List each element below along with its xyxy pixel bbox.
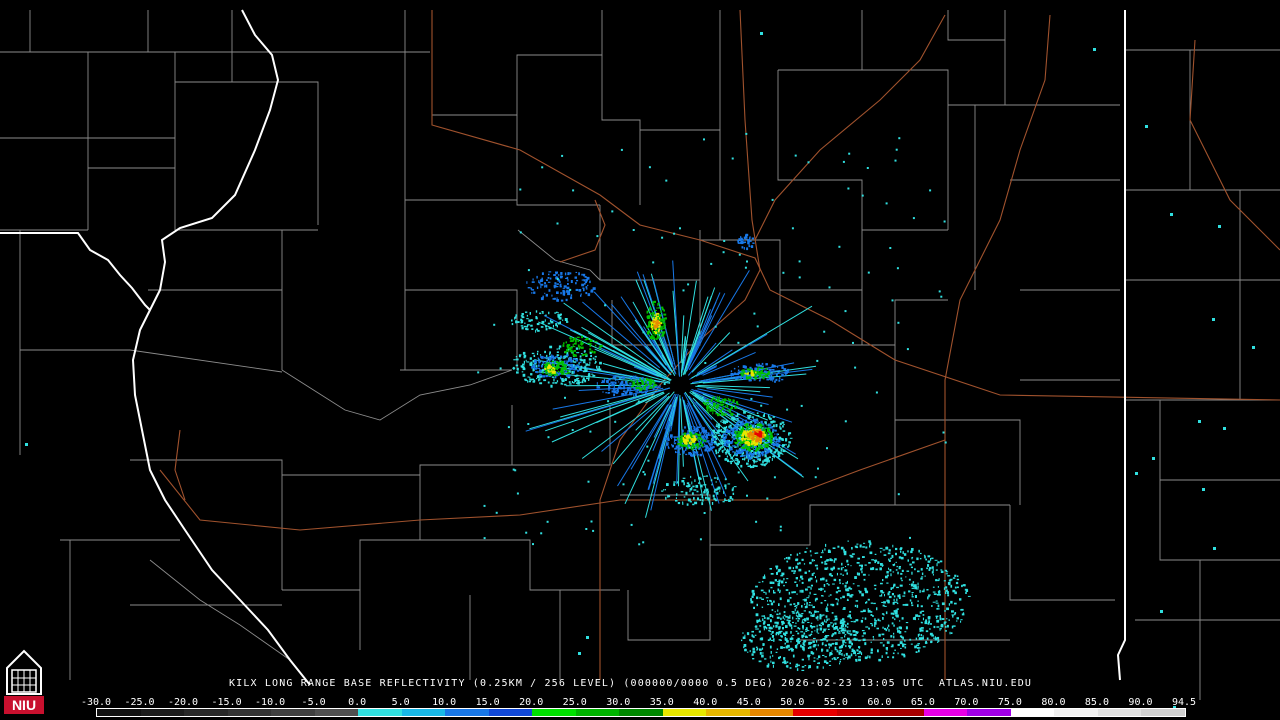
colorbar-segment bbox=[227, 709, 272, 716]
colorbar-segment bbox=[923, 709, 968, 716]
county-line bbox=[419, 464, 512, 540]
colorbar-segment bbox=[880, 709, 924, 716]
colorbar-tick-label: 0.0 bbox=[348, 697, 367, 708]
colorbar-tick-label: 80.0 bbox=[1041, 697, 1066, 708]
colorbar-tick-label: -5.0 bbox=[301, 697, 326, 708]
colorbar-tick-label: 20.0 bbox=[519, 697, 544, 708]
colorbar-segment bbox=[1141, 709, 1185, 716]
highway-line bbox=[754, 14, 946, 241]
county-line bbox=[1009, 505, 1115, 601]
colorbar-tick-label: -10.0 bbox=[255, 697, 286, 708]
colorbar-segment bbox=[749, 709, 794, 716]
county-line bbox=[790, 420, 896, 546]
colorbar-segment bbox=[619, 709, 663, 716]
colorbar-tick-label: -20.0 bbox=[167, 697, 199, 708]
colorbar-tick-label: 40.0 bbox=[693, 697, 718, 708]
county-line bbox=[281, 369, 513, 421]
highway-line bbox=[159, 439, 946, 531]
county-line bbox=[359, 539, 420, 590]
county-boundaries bbox=[0, 10, 1280, 700]
county-line bbox=[175, 81, 319, 225]
radar-spokes bbox=[525, 260, 817, 518]
county-line bbox=[778, 69, 949, 230]
colorbar-tick-label: 75.0 bbox=[997, 697, 1022, 708]
county-line bbox=[20, 349, 283, 373]
colorbar-segment bbox=[967, 709, 1011, 716]
county-line bbox=[620, 494, 790, 546]
colorbar-segment bbox=[271, 709, 315, 716]
colorbar-segment bbox=[314, 709, 359, 716]
product-caption: KILX LONG RANGE BASE REFLECTIVITY (0.25K… bbox=[229, 678, 1033, 689]
highway-line bbox=[559, 199, 606, 263]
county-line bbox=[948, 419, 1021, 505]
colorbar-segment bbox=[1097, 709, 1142, 716]
county-line bbox=[149, 559, 291, 661]
county-line bbox=[431, 10, 603, 116]
colorbar-tick-label: -30.0 bbox=[80, 697, 112, 708]
colorbar-segment bbox=[662, 709, 707, 716]
echo-area bbox=[526, 271, 596, 302]
county-line bbox=[627, 545, 711, 641]
echo-area bbox=[737, 233, 755, 251]
county-line bbox=[405, 289, 518, 370]
colorbar-segment bbox=[793, 709, 837, 716]
colorbar-tick-label: 55.0 bbox=[823, 697, 848, 708]
state-line bbox=[1116, 10, 1126, 681]
county-line bbox=[640, 129, 721, 240]
county-line bbox=[599, 205, 700, 281]
colorbar-tick-label: 90.0 bbox=[1128, 697, 1153, 708]
colorbar-tick-label: 45.0 bbox=[736, 697, 761, 708]
colorbar-segment bbox=[836, 709, 881, 716]
colorbar-tick-label: 10.0 bbox=[432, 697, 457, 708]
colorbar-tick-label: 60.0 bbox=[867, 697, 892, 708]
colorbar-tick-label: 15.0 bbox=[475, 697, 500, 708]
county-line bbox=[894, 345, 948, 421]
colorbar-tick-label: 94.5 bbox=[1171, 697, 1197, 708]
colorbar-segment bbox=[1010, 709, 1055, 716]
colorbar-segment bbox=[488, 709, 533, 716]
county-line bbox=[700, 229, 948, 291]
county-line bbox=[517, 229, 601, 281]
radar-map bbox=[0, 9, 1280, 709]
colorbar-tick-label: 25.0 bbox=[562, 697, 587, 708]
state-line bbox=[0, 232, 151, 311]
colorbar-segment bbox=[445, 709, 489, 716]
colorbar-tick-label: 70.0 bbox=[954, 697, 979, 708]
colorbar-segment bbox=[401, 709, 446, 716]
county-line bbox=[516, 115, 600, 206]
colorbar-tick-label: 85.0 bbox=[1084, 697, 1109, 708]
reflectivity-colorbar bbox=[96, 708, 1186, 717]
colorbar-tick-label: 65.0 bbox=[910, 697, 935, 708]
niu-logo-text: NIU bbox=[12, 697, 36, 713]
colorbar-segment bbox=[706, 709, 750, 716]
colorbar-tick-label: -15.0 bbox=[211, 697, 242, 708]
echo-area bbox=[750, 540, 971, 662]
colorbar-segment bbox=[575, 709, 620, 716]
colorbar-segment bbox=[184, 709, 228, 716]
colorbar-segment bbox=[532, 709, 576, 716]
niu-logo: NIU bbox=[2, 646, 46, 716]
colorbar-segment bbox=[358, 709, 402, 716]
county-line bbox=[947, 10, 1006, 41]
county-line bbox=[601, 55, 641, 205]
county-line bbox=[420, 539, 620, 591]
echo-area bbox=[511, 310, 569, 333]
colorbar-segment bbox=[1054, 709, 1098, 716]
highway-line bbox=[1189, 39, 1280, 251]
colorbar-tick-label: 30.0 bbox=[606, 697, 631, 708]
colorbar-tick-label: 50.0 bbox=[780, 697, 805, 708]
state-line bbox=[131, 9, 311, 686]
colorbar-segment bbox=[140, 709, 185, 716]
highway-line bbox=[174, 429, 186, 501]
colorbar-tick-label: 35.0 bbox=[649, 697, 674, 708]
highway-line bbox=[944, 14, 1051, 680]
county-line bbox=[282, 589, 361, 650]
county-line bbox=[130, 459, 283, 590]
colorbar-labels: -30.0 -25.0 -20.0 -15.0 -10.0 -5.0 0.0 5.0 10.0 1… bbox=[81, 697, 1197, 708]
colorbar-segment bbox=[97, 709, 141, 716]
colorbar-tick-label: -25.0 bbox=[124, 697, 155, 708]
colorbar-tick-label: 5.0 bbox=[391, 697, 410, 708]
echo-area bbox=[665, 426, 717, 457]
